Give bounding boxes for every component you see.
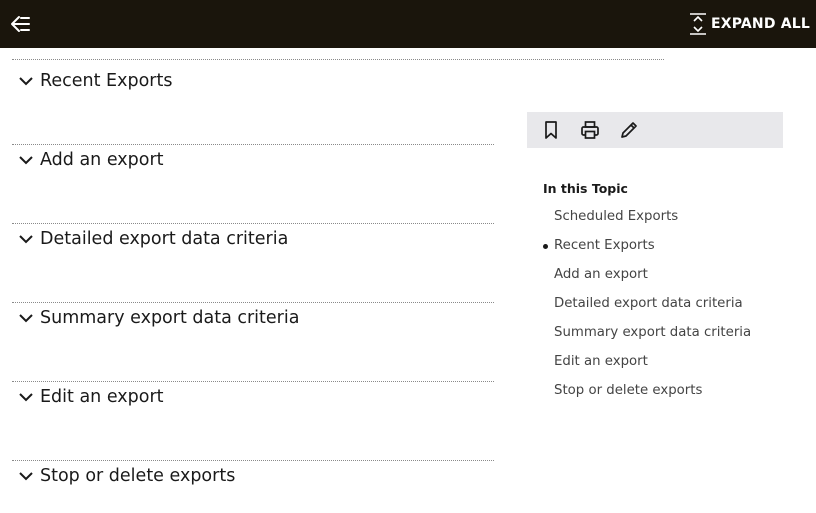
chevron-down-icon <box>19 314 33 323</box>
section-edit-an-export: Edit an export <box>12 382 494 461</box>
toc-item-label: Stop or delete exports <box>554 383 703 398</box>
section-toggle[interactable]: Edit an export <box>12 382 164 412</box>
toc-item-label: Recent Exports <box>554 238 655 253</box>
print-icon[interactable] <box>580 120 600 140</box>
toc-item-scheduled-exports[interactable]: Scheduled Exports <box>543 207 803 236</box>
toc-item-label: Summary export data criteria <box>554 325 752 340</box>
section-detailed-export-data-criteria: Detailed export data criteria <box>12 224 494 303</box>
active-bullet-icon <box>543 244 548 249</box>
divider <box>12 59 664 60</box>
toc-item-recent-exports[interactable]: Recent Exports <box>543 236 803 265</box>
expand-all-label: EXPAND ALL <box>710 16 810 32</box>
toc-item-summary-export-data-criteria[interactable]: Summary export data criteria <box>543 323 803 352</box>
topic-toolbar <box>527 112 783 148</box>
section-toggle[interactable]: Add an export <box>12 145 164 175</box>
chevron-down-icon <box>19 393 33 402</box>
section-recent-exports: Recent Exports <box>12 66 494 145</box>
toc-item-detailed-export-data-criteria[interactable]: Detailed export data criteria <box>543 294 803 323</box>
toc-list: Scheduled Exports Recent Exports Add an … <box>543 207 803 410</box>
section-toggle[interactable]: Recent Exports <box>12 66 172 96</box>
section-toggle[interactable]: Summary export data criteria <box>12 303 299 333</box>
toc-item-label: Add an export <box>554 267 648 282</box>
expand-all-button[interactable]: EXPAND ALL <box>689 12 810 36</box>
toc-item-label: Scheduled Exports <box>554 209 679 224</box>
section-title: Stop or delete exports <box>40 466 236 486</box>
section-title: Add an export <box>40 150 164 170</box>
section-summary-export-data-criteria: Summary export data criteria <box>12 303 494 382</box>
section-stop-or-delete-exports: Stop or delete exports <box>12 461 494 501</box>
toc-item-stop-or-delete-exports[interactable]: Stop or delete exports <box>543 381 803 410</box>
section-toggle[interactable]: Detailed export data criteria <box>12 224 288 254</box>
chevron-down-icon <box>19 235 33 244</box>
expand-all-icon <box>689 13 706 35</box>
chevron-down-icon <box>19 472 33 481</box>
toc-item-label: Detailed export data criteria <box>554 296 743 311</box>
toc-heading: In this Topic <box>543 181 628 196</box>
pencil-icon[interactable] <box>619 120 639 140</box>
section-title: Recent Exports <box>40 71 173 91</box>
section-title: Summary export data criteria <box>40 308 300 328</box>
toc-item-edit-an-export[interactable]: Edit an export <box>543 352 803 381</box>
chevron-down-icon <box>19 77 33 86</box>
section-toggle[interactable]: Stop or delete exports <box>12 461 235 491</box>
section-add-an-export: Add an export <box>12 145 494 224</box>
section-title: Edit an export <box>40 387 164 407</box>
section-title: Detailed export data criteria <box>40 229 289 249</box>
toc-item-add-an-export[interactable]: Add an export <box>543 265 803 294</box>
toc-item-label: Edit an export <box>554 354 648 369</box>
bookmark-icon[interactable] <box>541 120 561 140</box>
chevron-down-icon <box>19 156 33 165</box>
collapse-menu-icon[interactable] <box>8 12 32 36</box>
top-bar: EXPAND ALL <box>0 0 816 48</box>
